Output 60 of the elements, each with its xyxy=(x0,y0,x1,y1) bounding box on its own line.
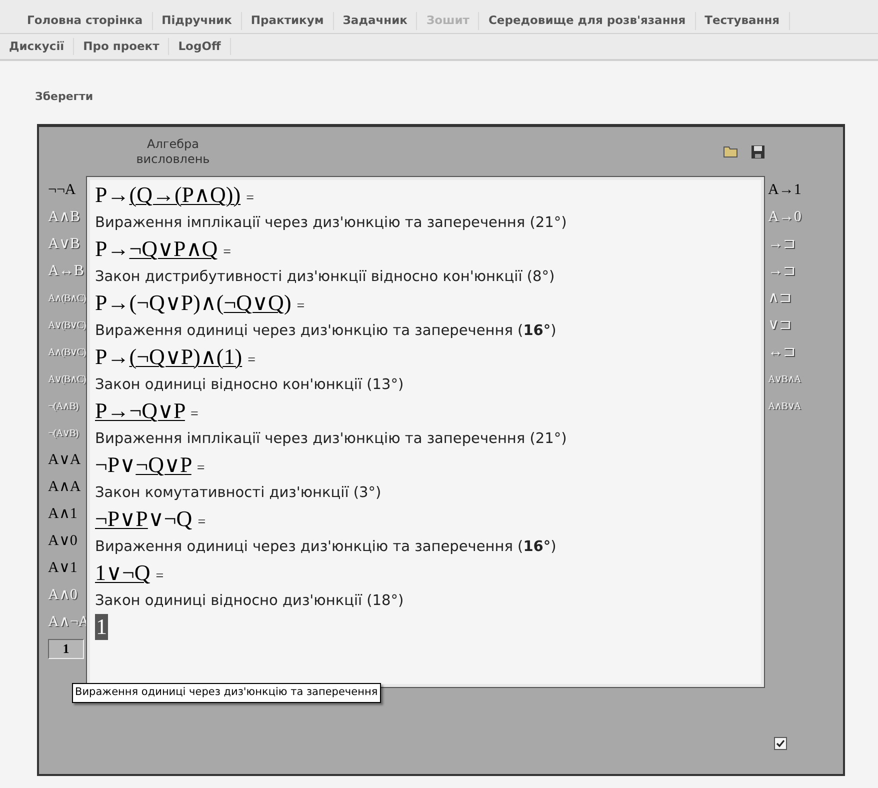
rule-comment: Вираження імплікації через диз'юнкцію та заперечення (21°) xyxy=(95,214,567,233)
operation-button[interactable]: A∨B xyxy=(48,231,87,258)
folder-icon[interactable] xyxy=(723,145,739,158)
operation-button[interactable]: →⊐ xyxy=(768,258,802,285)
formula: 1∨¬Q = xyxy=(95,560,164,587)
operation-button[interactable]: A∨(B∧C) xyxy=(48,366,87,393)
operation-button[interactable]: A∨A xyxy=(48,447,87,474)
rule-comment: Закон одиниці відносно кон'юнкції (13°) xyxy=(95,376,404,395)
nav-link[interactable]: Практикум xyxy=(242,12,334,30)
operation-button[interactable]: A∧(B∨C) xyxy=(48,339,87,366)
formula: ¬P∨P∨¬Q = xyxy=(95,506,206,533)
formula: P→(¬Q∨P)∧(¬Q∨Q) = xyxy=(95,290,305,317)
operation-button[interactable]: ↔⊐ xyxy=(768,339,802,366)
rule-comment: Вираження одиниці через диз'юнкцію та заперечення (16°) xyxy=(95,322,556,341)
rule-comment: Закон дистрибутивності диз'юнкції відносно кон'юнкції (8°) xyxy=(95,268,555,287)
formula: P→(Q→(P∧Q)) = xyxy=(95,182,254,209)
operation-button[interactable]: A∧1 xyxy=(48,501,87,528)
nav-link[interactable]: Про проект xyxy=(74,38,170,56)
operation-button[interactable]: ¬(A∨B) xyxy=(48,420,87,447)
formula: P→¬Q∨P = xyxy=(95,398,198,425)
operation-button[interactable]: A∨0 xyxy=(48,528,87,555)
rule-comment: Вираження імплікації через диз'юнкцію та заперечення (21°) xyxy=(95,430,567,449)
checkmark-icon xyxy=(776,739,785,748)
nav-link[interactable]: LogOff xyxy=(169,38,231,56)
nav-link[interactable]: Задачник xyxy=(334,12,418,30)
nav-link[interactable]: Підручник xyxy=(152,12,242,30)
operation-button[interactable]: A→1 xyxy=(768,177,802,204)
nav-link[interactable]: Тестування xyxy=(696,12,790,30)
operation-button[interactable]: ¬¬A xyxy=(48,177,87,204)
panel-title: Алгебра висловлень xyxy=(135,137,211,167)
operation-button[interactable]: A∨B∧A xyxy=(768,366,802,393)
formula: P→(¬Q∨P)∧(1) = xyxy=(95,344,256,371)
formula: ¬P∨¬Q∨P = xyxy=(95,452,205,479)
operation-button[interactable]: A∧(B∧C) xyxy=(48,285,87,312)
nav-link[interactable]: Середовище для розв'язання xyxy=(479,12,696,30)
operation-button[interactable]: →⊐ xyxy=(768,231,802,258)
formula: P→¬Q∨P∧Q = xyxy=(95,236,232,263)
checkbox[interactable] xyxy=(774,737,787,750)
operation-button[interactable]: A∧B∨A xyxy=(768,393,802,420)
result-value: 1 xyxy=(95,614,108,640)
rule-comment: Закон одиниці відносно диз'юнкції (18°) xyxy=(95,592,404,611)
expression-editor[interactable] xyxy=(87,177,764,687)
save-icon[interactable] xyxy=(751,145,765,159)
number-field[interactable]: 1 xyxy=(48,639,84,659)
rule-comment: Вираження одиниці через диз'юнкцію та заперечення (16°) xyxy=(95,538,556,557)
operation-button[interactable]: A→0 xyxy=(768,204,802,231)
nav-link[interactable]: Дискусії xyxy=(0,38,74,56)
operation-button[interactable]: A∨(B∨C) xyxy=(48,312,87,339)
operation-button[interactable]: ∧⊐ xyxy=(768,285,802,312)
operation-button[interactable]: A∨1 xyxy=(48,555,87,582)
operation-button[interactable]: ∨⊐ xyxy=(768,312,802,339)
operation-button[interactable]: A∧0 xyxy=(48,582,87,609)
operation-button[interactable]: A↔B xyxy=(48,258,87,285)
operation-button[interactable]: A∧A xyxy=(48,474,87,501)
operation-button[interactable]: ¬(A∧B) xyxy=(48,393,87,420)
nav-link[interactable]: Головна сторінка xyxy=(18,12,153,30)
rule-comment: Закон комутативності диз'юнкції (3°) xyxy=(95,484,382,503)
tooltip: Вираження одиниці через диз'юнкцію та заперечення xyxy=(72,683,381,703)
operation-button[interactable]: A∧B xyxy=(48,204,87,231)
save-link[interactable]: Зберегти xyxy=(35,90,94,103)
